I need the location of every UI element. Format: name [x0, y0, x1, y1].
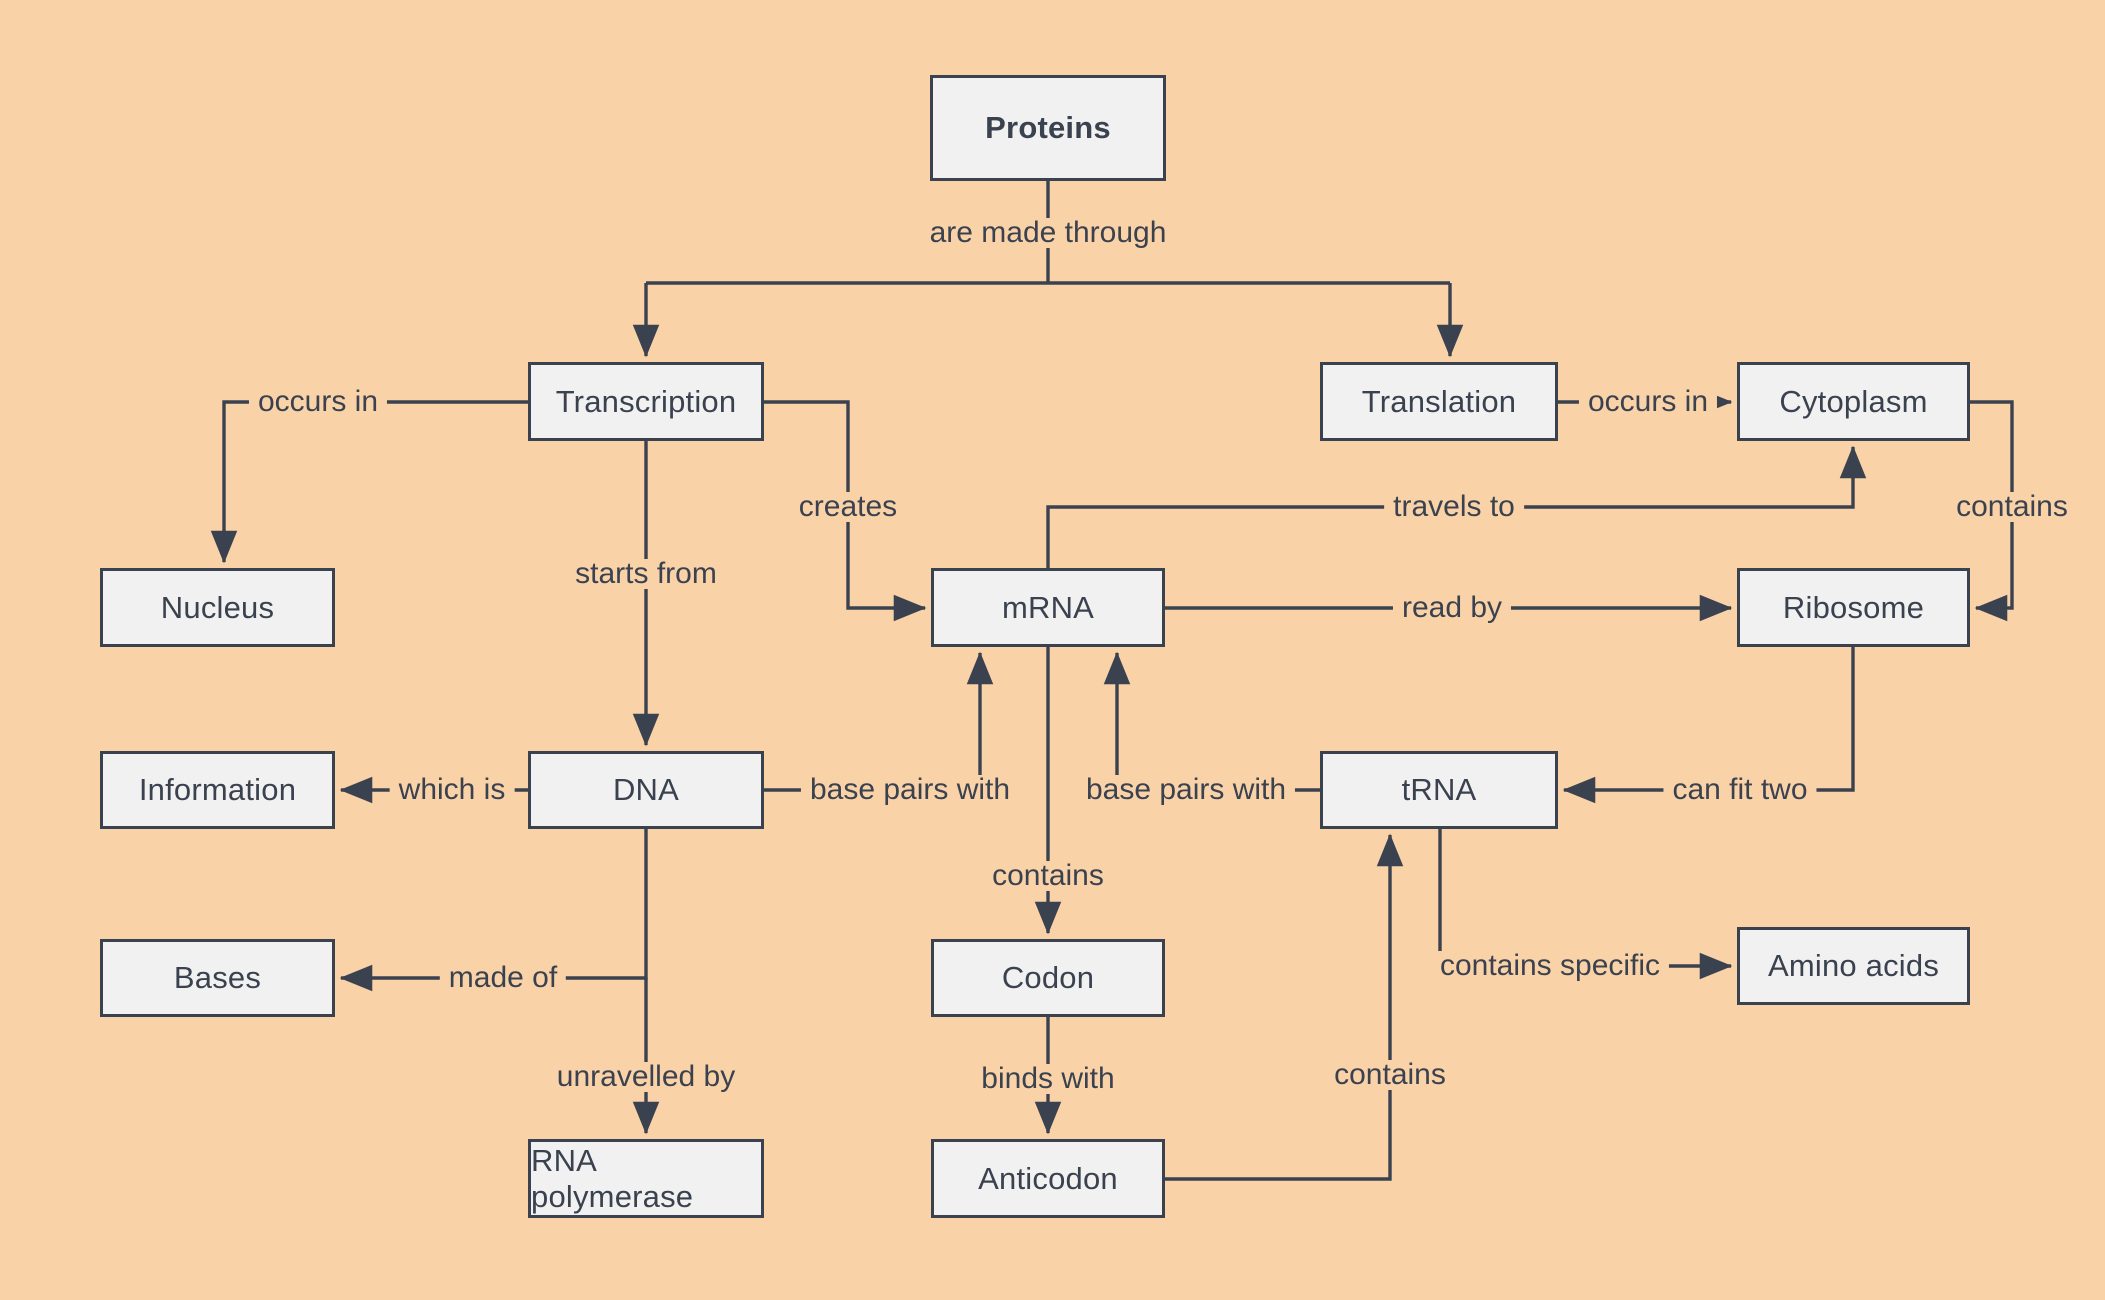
node-label: Transcription	[555, 383, 737, 419]
edge-ribosome-trna	[1562, 647, 1855, 804]
edge-label-unravelled-by: unravelled by	[547, 1062, 745, 1092]
edge-label-contains-codon: contains	[983, 861, 1113, 891]
edge-trna-mrna	[1103, 651, 1320, 792]
node-mrna[interactable]: mRNA	[931, 568, 1165, 647]
edge-label-contains-specific: contains specific	[1430, 951, 1670, 981]
node-label: Anticodon	[978, 1160, 1118, 1196]
edge-label-can-fit-two: can fit two	[1663, 775, 1817, 805]
edge-label-which-is: which is	[389, 775, 515, 805]
node-label: Bases	[173, 960, 262, 995]
node-label: Codon	[1001, 960, 1095, 995]
node-proteins[interactable]: Proteins	[930, 75, 1166, 181]
edge-label-base-pairs-with-left: base pairs with	[800, 775, 1020, 805]
node-label: Information	[138, 772, 297, 807]
edge-label-contains-anticodon: contains	[1325, 1060, 1455, 1090]
edge-label-occurs-in-nucleus: occurs in	[248, 387, 388, 417]
edge-transcription-nucleus	[210, 400, 528, 564]
edge-label-creates: creates	[789, 492, 907, 522]
node-nucleus[interactable]: Nucleus	[100, 568, 335, 647]
node-codon[interactable]: Codon	[931, 939, 1165, 1017]
edge-label-occurs-in-cytoplasm: occurs in	[1578, 387, 1718, 417]
node-information[interactable]: Information	[100, 751, 335, 829]
edge-trna-aminoacids	[1438, 829, 1733, 980]
edge-label-base-pairs-with-right: base pairs with	[1076, 775, 1296, 805]
node-transcription[interactable]: Transcription	[528, 362, 764, 441]
node-rna-polymerase[interactable]: RNA polymerase	[528, 1139, 764, 1218]
edge-label-are-made-through: are made through	[920, 218, 1176, 248]
node-translation[interactable]: Translation	[1320, 362, 1558, 441]
edge-dna-bases	[339, 829, 648, 992]
edge-connector-layer	[210, 181, 2014, 1181]
node-ribosome[interactable]: Ribosome	[1737, 568, 1970, 647]
edge-label-made-of: made of	[439, 963, 567, 993]
node-label: DNA	[612, 772, 680, 807]
node-label: Proteins	[985, 110, 1111, 145]
node-bases[interactable]: Bases	[100, 939, 335, 1017]
concept-map-canvas: Proteins Transcription Translation Cytop…	[0, 0, 2105, 1300]
edge-dna-mrna	[764, 651, 994, 792]
edge-label-read-by: read by	[1392, 593, 1512, 623]
node-amino-acids[interactable]: Amino acids	[1737, 927, 1970, 1005]
node-anticodon[interactable]: Anticodon	[931, 1139, 1165, 1218]
node-label: mRNA	[1001, 589, 1095, 625]
node-label: tRNA	[1401, 772, 1477, 807]
node-trna[interactable]: tRNA	[1320, 751, 1558, 829]
node-label: RNA polymerase	[531, 1142, 694, 1214]
edge-label-travels-to: travels to	[1384, 492, 1524, 522]
node-label: Cytoplasm	[1779, 383, 1928, 419]
node-dna[interactable]: DNA	[528, 751, 764, 829]
edge-label-contains-ribosome: contains	[1947, 492, 2077, 522]
node-label: Amino acids	[1767, 948, 1940, 983]
edge-label-binds-with: binds with	[972, 1064, 1124, 1094]
node-label: Ribosome	[1782, 589, 1925, 625]
edge-anticodon-trna	[1165, 833, 1404, 1181]
node-label: Nucleus	[160, 589, 275, 625]
edge-label-starts-from: starts from	[566, 559, 726, 589]
node-cytoplasm[interactable]: Cytoplasm	[1737, 362, 1970, 441]
node-label: Translation	[1361, 383, 1517, 419]
